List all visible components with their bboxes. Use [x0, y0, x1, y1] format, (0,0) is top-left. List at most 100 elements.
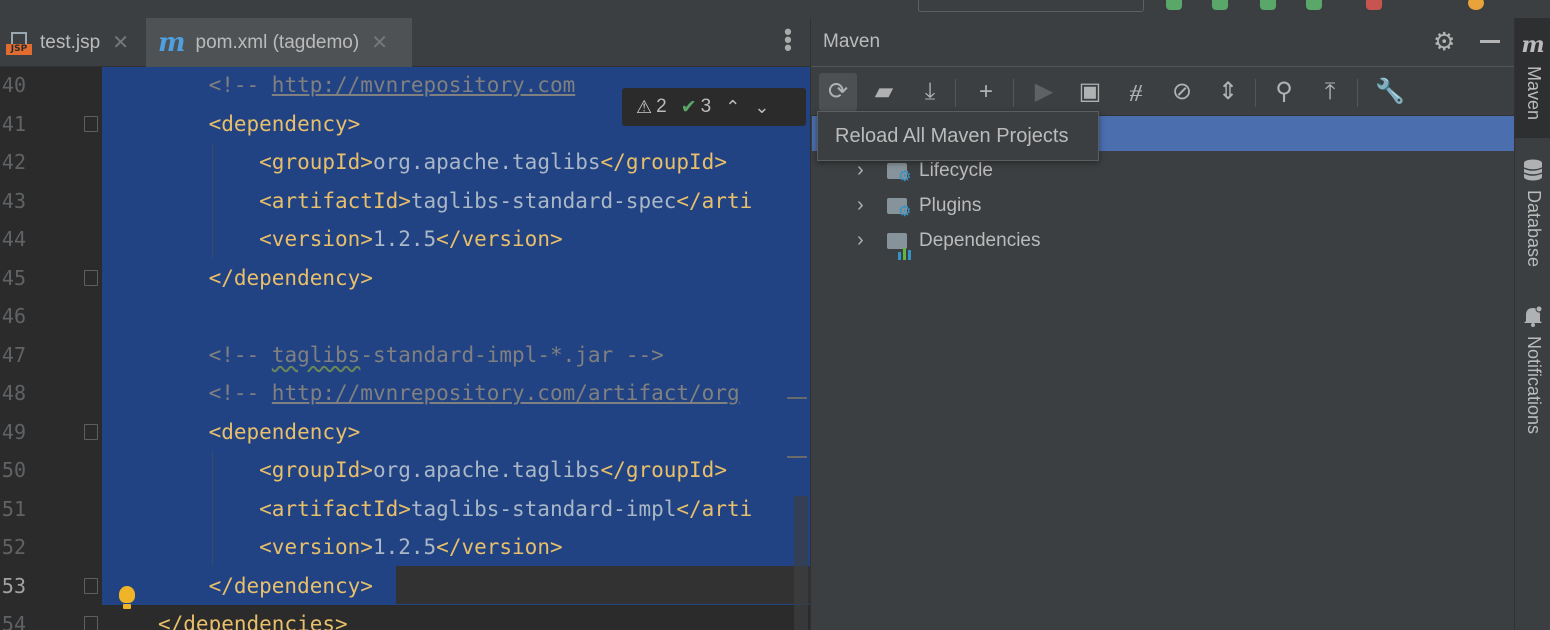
show-dependencies-icon[interactable]: ⤒ [1311, 73, 1349, 111]
tab-pom-xml[interactable]: m pom.xml (tagdemo) ✕ [146, 18, 412, 67]
code-area[interactable]: 40 <!-- http://mvnrepository.com 41 <depe… [0, 67, 810, 630]
tree-node-dependencies[interactable]: › Dependencies [811, 223, 1515, 260]
next-highlight-icon[interactable]: ⌄ [754, 97, 769, 118]
gear-icon[interactable]: ⚙ [1433, 27, 1455, 57]
toggle-offline-icon[interactable]: ⧣ [1117, 73, 1155, 111]
line-number: 41 [1, 111, 26, 136]
code-line[interactable]: 51 <artifactId>taglibs-standard-impl</ar… [0, 490, 810, 528]
maven-tool-window: Maven ⚙ ⟳ ▰ ⤓ + ▶ ▣ ⧣ ⊘ ⇕ ⚲ ⤒ 🔧 › ⚙ Lifecycle › ⚙ Plugin… [810, 18, 1515, 630]
reload-all-icon[interactable]: ⟳ [819, 73, 857, 111]
fold-marker-icon[interactable] [84, 577, 98, 594]
code-text: </dependency> [208, 265, 373, 290]
code-line[interactable]: 43 <artifactId>taglibs-standard-spec</ar… [0, 182, 810, 220]
tab-label: test.jsp [40, 31, 101, 53]
toolbar-separator [1255, 79, 1256, 107]
code-text: <version>1.2.5</version> [259, 227, 563, 251]
stripe-tab-database[interactable]: Database [1515, 158, 1550, 267]
previous-highlight-icon[interactable]: ⌃ [725, 97, 740, 118]
line-number: 43 [1, 188, 26, 213]
line-number: 50 [1, 458, 26, 482]
scroll-marker [787, 397, 807, 399]
tab-label: pom.xml (tagdemo) [195, 31, 360, 53]
editor-panel: JSP test.jsp ✕ m pom.xml (tagdemo) ✕ • • •… [0, 18, 810, 630]
tree-node-label: Dependencies [919, 230, 1041, 251]
editor-tab-bar: JSP test.jsp ✕ m pom.xml (tagdemo) ✕ • • • [0, 18, 810, 67]
code-text: <dependency> [208, 419, 361, 444]
line-number: 48 [1, 381, 26, 405]
code-text: <!-- taglibs-standard-impl-*.jar --> [208, 342, 664, 367]
tree-node-label: Plugins [919, 195, 982, 216]
tree-node-plugins[interactable]: › ⚙ Plugins [811, 188, 1515, 223]
close-icon[interactable]: ✕ [371, 30, 388, 55]
chevron-right-icon[interactable]: › [857, 188, 864, 223]
code-line[interactable]: 45 </dependency> [0, 259, 810, 297]
fold-marker-icon[interactable] [84, 269, 98, 286]
main-toolbar-strip [0, 0, 1550, 18]
debug-icon[interactable] [1212, 0, 1228, 10]
code-text: <dependency> [208, 111, 361, 136]
code-text: <!-- http://mvnrepository.com/artifact/o… [208, 381, 740, 405]
stripe-tab-notifications[interactable]: Notifications [1515, 304, 1550, 434]
maven-file-icon: m [158, 27, 186, 58]
analyze-dependencies-icon[interactable]: ⚲ [1265, 73, 1303, 111]
toolbar-separator [955, 79, 956, 107]
execute-goal-icon[interactable]: ▣ [1071, 73, 1109, 111]
code-line[interactable]: 50 <groupId>org.apache.taglibs</groupId> [0, 451, 810, 489]
tab-test-jsp[interactable]: JSP test.jsp ✕ [0, 18, 142, 67]
chevron-right-icon[interactable]: › [857, 223, 864, 258]
line-number: 40 [1, 73, 26, 97]
line-number: 44 [1, 227, 26, 251]
skip-tests-icon[interactable]: ⊘ [1163, 73, 1201, 111]
collapse-all-icon[interactable]: ⇕ [1209, 73, 1247, 111]
code-line[interactable]: 48 <!-- http://mvnrepository.com/artifac… [0, 374, 810, 412]
typo-check-icon: ✔ [680, 96, 697, 118]
editor-scrollbar[interactable] [794, 496, 808, 630]
add-project-icon[interactable]: + [967, 73, 1005, 111]
lifecycle-folder-icon: ⚙ [887, 160, 913, 184]
avatar[interactable] [1468, 0, 1484, 10]
inspection-widget[interactable]: ⚠ 2 ✔ 3 ⌃ ⌄ [622, 88, 806, 126]
toolbar-separator [1357, 79, 1358, 107]
build-icon[interactable] [1166, 0, 1182, 10]
generate-sources-icon[interactable]: ▰ [865, 73, 903, 111]
line-number: 49 [1, 419, 26, 444]
intention-bulb-icon[interactable] [117, 586, 137, 612]
line-number: 54 [1, 612, 26, 630]
code-line[interactable]: 46 [0, 297, 810, 335]
plugins-folder-icon: ⚙ [887, 195, 913, 219]
fold-marker-icon[interactable] [84, 616, 98, 630]
scroll-marker [787, 456, 807, 458]
settings-wrench-icon[interactable]: 🔧 [1371, 73, 1409, 111]
run-configuration-selector[interactable] [918, 0, 1144, 12]
code-line[interactable]: 49 <dependency> [0, 413, 810, 451]
toolbar-separator [1013, 79, 1014, 107]
line-number: 45 [1, 265, 26, 290]
coverage-icon[interactable] [1260, 0, 1276, 10]
stripe-tab-maven[interactable]: m Maven [1515, 32, 1550, 120]
download-icon[interactable]: ⤓ [911, 73, 949, 111]
maven-toolbar: ⟳ ▰ ⤓ + ▶ ▣ ⧣ ⊘ ⇕ ⚲ ⤒ 🔧 [811, 66, 1515, 116]
minimize-icon[interactable] [1480, 40, 1500, 43]
code-line[interactable]: 42 <groupId>org.apache.taglibs</groupId> [0, 143, 810, 181]
code-text: <artifactId>taglibs-standard-spec</arti [259, 188, 753, 213]
database-icon [1515, 158, 1550, 188]
code-line[interactable]: 52 <version>1.2.5</version> [0, 528, 810, 566]
line-number: 51 [1, 496, 26, 521]
stop-icon[interactable] [1366, 0, 1382, 10]
code-text: </dependencies> [158, 612, 348, 630]
line-number: 47 [1, 342, 26, 367]
run-icon[interactable]: ▶ [1025, 73, 1063, 111]
profile-icon[interactable] [1306, 0, 1322, 10]
tab-menu-icon[interactable]: • • • [780, 21, 796, 59]
reload-tooltip: Reload All Maven Projects [817, 111, 1099, 161]
code-text: </dependency> [208, 573, 373, 598]
fold-marker-icon[interactable] [84, 115, 98, 132]
close-icon[interactable]: ✕ [112, 30, 129, 55]
fold-marker-icon[interactable] [84, 423, 98, 440]
code-line[interactable]: 44 <version>1.2.5</version> [0, 220, 810, 258]
code-line[interactable]: 47 <!-- taglibs-standard-impl-*.jar --> [0, 336, 810, 374]
typo-count: 3 [700, 96, 712, 117]
maven-icon: m [1521, 32, 1545, 58]
jsp-file-icon: JSP [6, 30, 32, 56]
line-number: 52 [1, 535, 26, 559]
